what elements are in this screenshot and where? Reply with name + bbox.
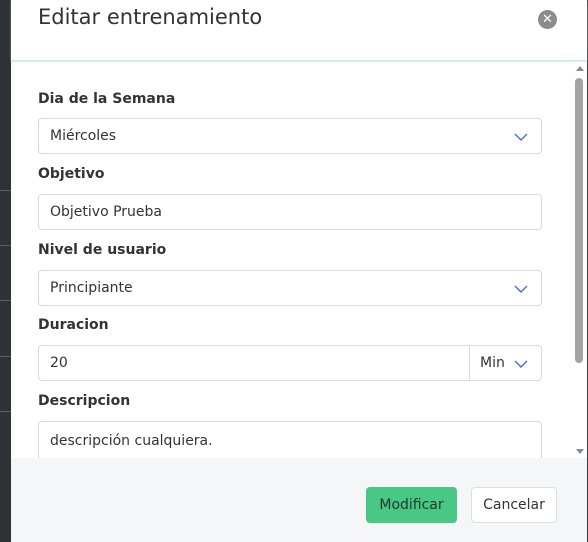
description-label: Descripcion: [38, 393, 131, 409]
modal-header: Editar entrenamiento ✕: [11, 0, 587, 61]
scroll-down-arrow-icon[interactable]: [576, 449, 584, 454]
day-select[interactable]: Miércoles: [38, 118, 542, 154]
chevron-down-icon: [514, 360, 528, 368]
modal-title: Editar entrenamiento: [38, 5, 263, 29]
modal-scrollbar[interactable]: [572, 62, 587, 458]
day-selected-value: Miércoles: [50, 128, 117, 144]
duration-unit-select[interactable]: Min: [469, 345, 542, 381]
duration-value: 20: [50, 355, 68, 371]
duration-label: Duracion: [38, 317, 109, 333]
modify-button[interactable]: Modificar: [366, 487, 457, 523]
objective-value: Objetivo Prueba: [50, 204, 162, 220]
day-label: Dia de la Semana: [38, 91, 176, 107]
scrollbar-thumb[interactable]: [575, 78, 583, 363]
duration-input[interactable]: 20: [38, 345, 470, 381]
modal-footer: Modificar Cancelar: [11, 458, 587, 542]
objective-input[interactable]: Objetivo Prueba: [38, 194, 542, 230]
user-level-selected-value: Principiante: [50, 280, 133, 296]
user-level-label: Nivel de usuario: [38, 242, 167, 258]
modal-body: Dia de la Semana Miércoles Objetivo Obje…: [11, 62, 587, 458]
user-level-select[interactable]: Principiante: [38, 270, 542, 306]
scroll-up-arrow-icon[interactable]: [576, 66, 584, 71]
chevron-down-icon: [514, 133, 528, 141]
description-textarea[interactable]: descripción cualquiera.: [38, 421, 542, 458]
close-icon[interactable]: ✕: [538, 10, 557, 29]
objective-label: Objetivo: [38, 166, 105, 182]
cancel-button[interactable]: Cancelar: [471, 487, 557, 523]
duration-unit-value: Min: [480, 355, 505, 371]
chevron-down-icon: [514, 285, 528, 293]
edit-training-modal: Editar entrenamiento ✕ Dia de la Semana …: [11, 0, 587, 542]
description-value: descripción cualquiera.: [50, 433, 213, 449]
